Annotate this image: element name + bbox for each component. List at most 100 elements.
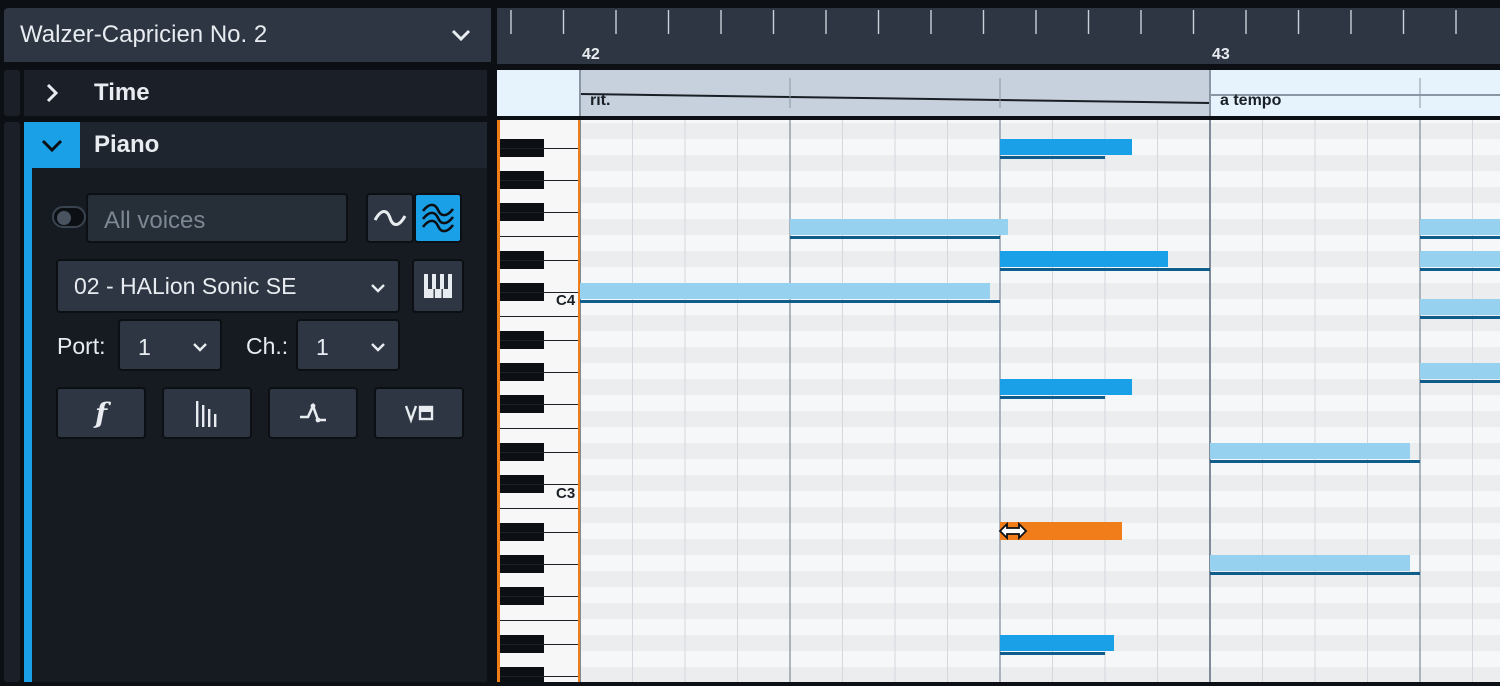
resize-cursor-icon	[998, 521, 1028, 541]
velocity-line	[1210, 460, 1420, 463]
note[interactable]	[580, 283, 1000, 303]
chevron-down-icon	[41, 139, 63, 153]
collapse-track-button[interactable]	[24, 122, 80, 168]
white-key-separator	[500, 564, 578, 565]
velocity-line	[1420, 380, 1500, 383]
note-being-resized[interactable]	[998, 521, 1122, 541]
chevron-down-icon	[193, 343, 207, 352]
note[interactable]	[1210, 443, 1420, 463]
roll-grid-lines	[580, 120, 1500, 682]
white-key-separator	[500, 404, 578, 405]
note[interactable]	[1210, 555, 1420, 575]
single-lane-button[interactable]	[366, 193, 414, 243]
velocity-lane-button[interactable]	[162, 387, 252, 439]
voices-selector[interactable]: All voices	[86, 193, 348, 243]
velocity-bars-icon	[196, 401, 217, 427]
chevron-down-icon	[451, 29, 471, 42]
tempo-a-tempo-label: a tempo	[1220, 92, 1282, 109]
black-key[interactable]	[500, 667, 544, 682]
key-label-c3: C3	[556, 485, 576, 502]
piano-keyboard[interactable]: C4 C3	[497, 120, 580, 682]
white-key-separator	[500, 372, 578, 373]
track-name: Time	[94, 79, 150, 106]
note-selected[interactable]	[1000, 139, 1132, 159]
instrument-name: 02 - HALion Sonic SE	[74, 273, 297, 299]
note[interactable]	[790, 219, 1008, 239]
velocity-line	[1000, 652, 1105, 655]
white-key-separator	[500, 596, 578, 597]
chevron-down-icon	[371, 284, 385, 293]
note-selected[interactable]	[1000, 635, 1114, 655]
track-header-piano[interactable]: Piano	[24, 122, 487, 168]
white-key-separator	[500, 484, 578, 485]
timeline-ruler[interactable]: 42 43	[497, 8, 1500, 64]
chevron-right-icon	[46, 83, 59, 103]
key-label-c4: C4	[556, 292, 576, 309]
port-value: 1	[138, 334, 151, 360]
multi-wave-icon	[421, 203, 455, 233]
dynamics-lane-button[interactable]: f	[56, 387, 146, 439]
voices-toggle[interactable]	[52, 206, 86, 228]
track-name: Piano	[94, 131, 160, 158]
velocity-line	[1000, 396, 1105, 399]
play-mode-window: Walzer-Capricien No. 2 Time Piano All vo…	[0, 0, 1500, 686]
multi-lane-button[interactable]	[414, 193, 462, 243]
note[interactable]	[1420, 299, 1500, 319]
voices-placeholder: All voices	[104, 207, 206, 234]
ruler-ticks	[510, 10, 1457, 34]
midi-cc-lane-button[interactable]	[268, 387, 358, 439]
white-key-separator	[500, 532, 578, 533]
automation-curve-icon	[300, 402, 326, 423]
white-key-separator	[500, 148, 578, 149]
tempo-rit-label: rit.	[590, 92, 611, 109]
velocity-line	[1420, 236, 1500, 239]
white-key-separator	[500, 620, 578, 621]
note[interactable]	[1420, 219, 1500, 239]
track-edge-strip	[4, 70, 20, 116]
piano-roll-grid[interactable]	[580, 120, 1500, 682]
note-selected[interactable]	[1000, 379, 1132, 399]
velocity-line	[1420, 316, 1500, 319]
note-selected[interactable]	[1000, 251, 1210, 271]
piano-keys-icon	[424, 274, 452, 298]
white-key-separator	[500, 180, 578, 181]
wave-icon	[373, 210, 407, 226]
dynamics-f-icon: f	[94, 396, 108, 430]
velocity-line	[1000, 268, 1210, 271]
track-accent-bar	[24, 168, 32, 682]
white-key-separator	[500, 644, 578, 645]
channel-select[interactable]: 1	[296, 319, 400, 371]
channel-label: Ch.:	[246, 333, 289, 359]
note[interactable]	[1420, 363, 1500, 383]
tempo-lane-lines	[579, 70, 1500, 116]
port-label: Port:	[57, 333, 106, 359]
flow-selector[interactable]: Walzer-Capricien No. 2	[4, 8, 491, 62]
white-key-separator	[500, 260, 578, 261]
port-select[interactable]: 1	[118, 319, 222, 371]
velocity-line	[580, 300, 1000, 303]
flow-title: Walzer-Capricien No. 2	[20, 21, 268, 48]
instrument-select[interactable]: 02 - HALion Sonic SE	[56, 259, 400, 313]
white-key-separator	[500, 212, 578, 213]
pedal-lane-button[interactable]	[374, 387, 464, 439]
time-track-lane[interactable]: rit. a tempo	[497, 70, 1500, 118]
bar-number: 42	[582, 46, 600, 63]
channel-value: 1	[316, 334, 329, 360]
white-key-separator	[500, 316, 578, 317]
chevron-down-icon	[371, 343, 385, 352]
velocity-line	[1000, 156, 1105, 159]
velocity-line	[1420, 268, 1500, 271]
white-key-separator	[500, 236, 578, 237]
white-key-separator	[500, 508, 578, 509]
note[interactable]	[1420, 251, 1500, 271]
toggle-knob	[57, 211, 71, 225]
bar-number: 43	[1212, 46, 1230, 63]
white-key-separator	[500, 428, 578, 429]
track-header-time[interactable]: Time	[24, 70, 487, 116]
white-key-separator	[500, 452, 578, 453]
keyboard-button[interactable]	[412, 259, 464, 313]
pedal-icon	[404, 405, 434, 424]
expand-track-button[interactable]	[24, 70, 80, 116]
white-key-separator	[500, 676, 578, 677]
white-key-separator	[500, 340, 578, 341]
